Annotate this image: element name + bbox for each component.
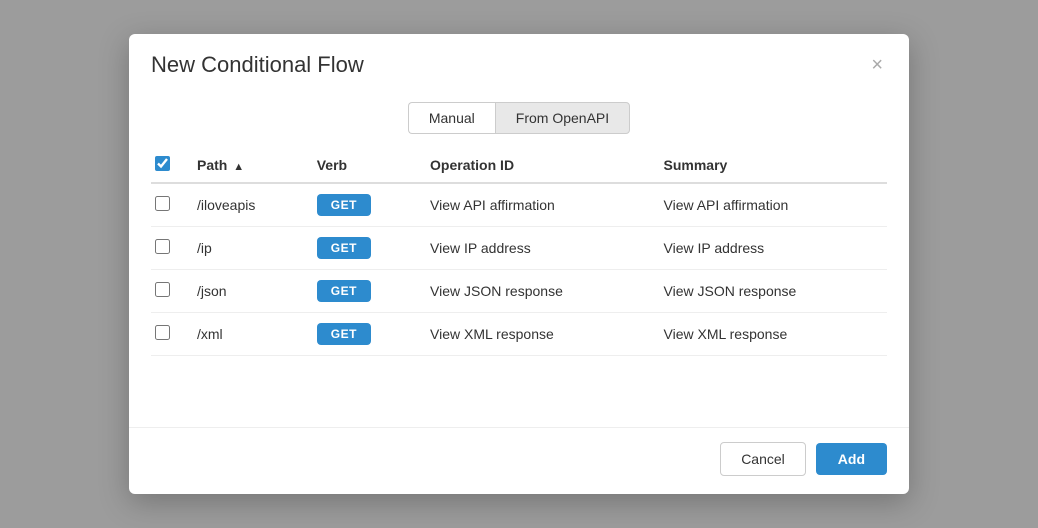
row-summary: View JSON response xyxy=(654,270,888,313)
modal-footer: Cancel Add xyxy=(129,427,909,494)
operations-table: Path ▲ Verb Operation ID Summary /ilovea… xyxy=(151,148,887,356)
dialog: New Conditional Flow × Manual From OpenA… xyxy=(129,34,909,494)
table-row: /iloveapis GET View API affirmationView AP… xyxy=(151,183,887,227)
tab-from-openapi[interactable]: From OpenAPI xyxy=(495,102,630,134)
modal-title: New Conditional Flow xyxy=(151,52,364,78)
table-container: Path ▲ Verb Operation ID Summary /ilovea… xyxy=(129,148,909,419)
verb-badge: GET xyxy=(317,323,371,345)
close-button[interactable]: × xyxy=(867,55,887,75)
row-summary: View XML response xyxy=(654,313,888,356)
row-operation-id: View IP address xyxy=(420,227,653,270)
row-summary: View API affirmation xyxy=(654,183,888,227)
cancel-button[interactable]: Cancel xyxy=(720,442,806,476)
row-operation-id: View JSON response xyxy=(420,270,653,313)
row-verb: GET xyxy=(307,270,420,313)
sort-arrow-icon: ▲ xyxy=(233,161,244,173)
row-path: /iloveapis xyxy=(187,183,307,227)
verb-badge: GET xyxy=(317,237,371,259)
table-header-row: Path ▲ Verb Operation ID Summary xyxy=(151,148,887,183)
verb-badge: GET xyxy=(317,280,371,302)
row-operation-id: View XML response xyxy=(420,313,653,356)
table-row: /xml GET View XML responseView XML respons… xyxy=(151,313,887,356)
header-path: Path ▲ xyxy=(187,148,307,183)
header-summary: Summary xyxy=(654,148,888,183)
row-path: /xml xyxy=(187,313,307,356)
row-path: /ip xyxy=(187,227,307,270)
header-operation-id: Operation ID xyxy=(420,148,653,183)
row-summary: View IP address xyxy=(654,227,888,270)
row-verb: GET xyxy=(307,227,420,270)
table-body: /iloveapis GET View API affirmationView AP… xyxy=(151,183,887,356)
row-checkbox[interactable] xyxy=(155,239,170,254)
row-checkbox[interactable] xyxy=(155,282,170,297)
table-row: /json GET View JSON responseView JSON resp… xyxy=(151,270,887,313)
row-checkbox[interactable] xyxy=(155,196,170,211)
tab-bar: Manual From OpenAPI xyxy=(129,92,909,148)
header-checkbox xyxy=(151,148,187,183)
header-verb: Verb xyxy=(307,148,420,183)
row-operation-id: View API affirmation xyxy=(420,183,653,227)
row-checkbox[interactable] xyxy=(155,325,170,340)
modal-header: New Conditional Flow × xyxy=(129,34,909,92)
verb-badge: GET xyxy=(317,194,371,216)
table-row: /ip GET View IP addressView IP address xyxy=(151,227,887,270)
row-verb: GET xyxy=(307,183,420,227)
add-button[interactable]: Add xyxy=(816,443,887,475)
tab-manual[interactable]: Manual xyxy=(408,102,495,134)
row-path: /json xyxy=(187,270,307,313)
row-verb: GET xyxy=(307,313,420,356)
modal-overlay: New Conditional Flow × Manual From OpenA… xyxy=(0,0,1038,528)
select-all-checkbox[interactable] xyxy=(155,156,170,171)
